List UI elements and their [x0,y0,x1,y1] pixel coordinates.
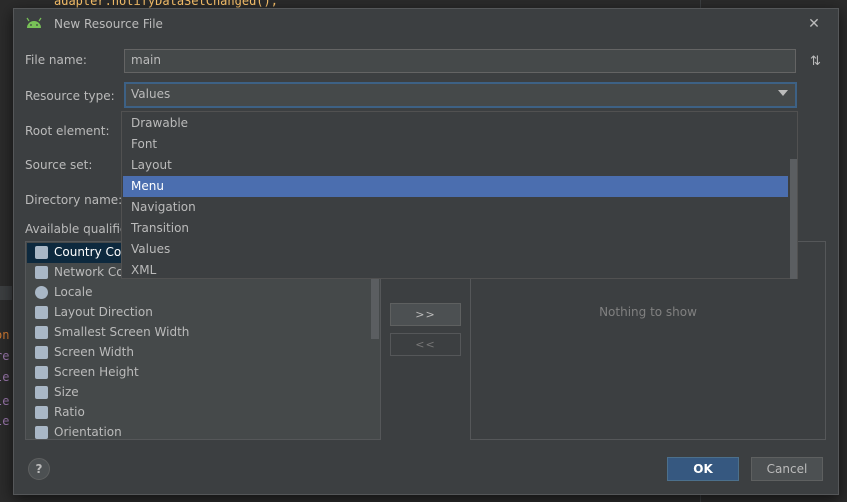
background-code-line: adapter.notifyDataSetChanged(); [54,0,278,8]
background-fragment: le [0,394,10,408]
qualifier-label: Smallest Screen Width [54,325,190,339]
screen-width-icon [35,346,48,359]
cancel-button[interactable]: Cancel [751,457,823,481]
globe-icon [35,286,48,299]
qualifier-item-screen-width[interactable]: Screen Width [27,343,370,363]
file-name-label: File name: [25,53,87,67]
qualifier-label: Layout Direction [54,305,153,319]
background-fragment: re [0,349,10,363]
dropdown-option[interactable]: Navigation [123,197,788,218]
background-fragment: le [0,370,10,384]
country-code-icon [35,246,48,259]
dialog-titlebar: New Resource File ✕ [14,9,838,39]
resource-type-value: Values [131,87,171,101]
ok-button[interactable]: OK [667,457,739,481]
dropdown-option[interactable]: Layout [123,155,788,176]
android-icon [26,17,42,28]
help-button[interactable]: ? [28,458,50,480]
layout-direction-icon [35,306,48,319]
dropdown-scrollbar[interactable] [790,159,797,279]
new-resource-file-dialog: New Resource File ✕ File name: main ⇅ Re… [13,8,839,495]
dropdown-option[interactable]: Font [123,134,788,155]
background-fragment: on [0,328,10,342]
qualifier-label: Locale [54,285,93,299]
resource-type-select[interactable]: Values [124,82,797,108]
size-icon [35,386,48,399]
smallest-width-icon [35,326,48,339]
resource-type-dropdown: Drawable Font Layout Menu Navigation Tra… [121,111,798,279]
empty-state-text: Nothing to show [599,305,697,319]
add-qualifier-button[interactable]: >> [390,303,461,326]
dropdown-option[interactable]: Values [123,239,788,260]
qualifiers-scrollbar[interactable] [371,279,379,339]
dropdown-option[interactable]: XML [123,260,788,281]
dropdown-option[interactable]: Transition [123,218,788,239]
dropdown-option[interactable]: Drawable [123,113,788,134]
qualifier-item-screen-height[interactable]: Screen Height [27,363,370,383]
directory-name-label: Directory name: [25,193,123,207]
chevron-down-icon[interactable] [778,90,788,96]
qualifier-label: Orientation [54,425,122,439]
qualifier-label: Ratio [54,405,85,419]
background-gutter-strip [0,286,12,300]
background-fragment: le [0,414,10,428]
qualifier-label: Screen Height [54,365,139,379]
qualifier-item-layout-direction[interactable]: Layout Direction [27,303,370,323]
remove-qualifier-button[interactable]: << [390,333,461,356]
source-set-label: Source set: [25,158,93,172]
qualifier-label: Size [54,385,79,399]
qualifier-item-size[interactable]: Size [27,383,370,403]
dialog-title: New Resource File [54,17,163,31]
sort-icon[interactable]: ⇅ [810,54,821,69]
file-name-input[interactable]: main [124,49,796,73]
qualifier-item-orientation[interactable]: Orientation [27,423,370,439]
ratio-icon [35,406,48,419]
root-element-label: Root element: [25,124,110,138]
resource-type-label: Resource type: [25,89,115,103]
qualifier-item-smallest-screen-width[interactable]: Smallest Screen Width [27,323,370,343]
qualifier-item-ratio[interactable]: Ratio [27,403,370,423]
screen-height-icon [35,366,48,379]
orientation-icon [35,426,48,439]
dropdown-option-selected[interactable]: Menu [123,176,788,197]
qualifier-label: Screen Width [54,345,134,359]
network-code-icon [35,266,48,279]
close-button[interactable]: ✕ [804,14,824,34]
qualifier-item-locale[interactable]: Locale [27,283,370,303]
